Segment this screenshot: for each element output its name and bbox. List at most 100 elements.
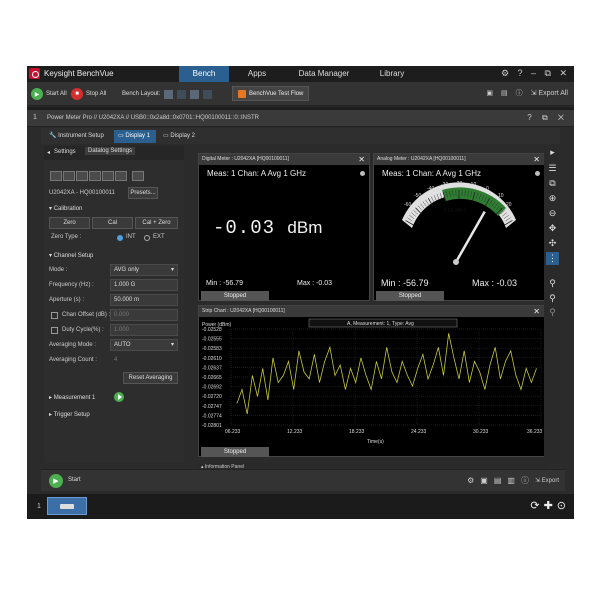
info-icon[interactable]: ⓘ (516, 88, 523, 98)
averaging-mode-select[interactable]: AUTO ▾ (110, 339, 178, 351)
close-icon[interactable]: ✕ (533, 306, 540, 317)
zoom-out-icon[interactable]: ⊖ (546, 207, 559, 220)
duty-cycle-checkbox[interactable] (51, 327, 58, 334)
measurement-heading[interactable]: ▸ Measurement 1 (49, 394, 95, 401)
export-button[interactable]: ⇲ Export (535, 477, 559, 484)
histogram-view-icon[interactable] (102, 171, 114, 181)
duty-cycle-input[interactable]: 1.000 (110, 324, 178, 336)
export-all-button[interactable]: ⇲ Export All (531, 89, 568, 97)
digital-meter-panel: Digital Meter : U2042XA [HQ00100011] ✕ M… (198, 153, 370, 301)
expand-icon[interactable]: ▸ (546, 146, 559, 159)
reset-averaging-button[interactable]: Reset Averaging (123, 372, 178, 384)
layout-single-icon[interactable] (203, 89, 212, 99)
instrument-controls[interactable]: ? ⧉ ✕ (527, 113, 568, 123)
measurement-play-icon[interactable] (114, 392, 124, 402)
marker-delta-icon[interactable]: ⚲ (546, 306, 559, 319)
save-icon[interactable]: ▣ (480, 476, 488, 485)
bottom-bar: ▶ Start ⚙ ▣ ▤ ▥ ⓘ ⇲ Export (41, 469, 565, 491)
zero-type-int-radio[interactable] (117, 235, 123, 241)
settings-icon[interactable]: ⚙ (467, 476, 474, 485)
gauge-tick-label: -60 (404, 202, 411, 208)
add-icon[interactable]: ✚ (544, 500, 557, 512)
display-icon: ▭ (118, 133, 124, 139)
presets-button[interactable]: Presets... (128, 187, 158, 199)
close-icon[interactable]: ✕ (358, 154, 365, 165)
strip-chart-panel: Strip Chart : U2042XA [HQ00100011] ✕ A, … (198, 305, 545, 457)
nav-tab-apps[interactable]: Apps (235, 66, 279, 82)
start-all-label: Start All (46, 91, 67, 97)
folder-icon[interactable]: ▤ (501, 89, 508, 97)
nav-tab-data-manager[interactable]: Data Manager (289, 66, 359, 82)
stop-all-button[interactable]: ■ Stop All (71, 87, 106, 101)
aperture-input[interactable]: 50.000 m (110, 294, 178, 306)
layout-rows-icon[interactable] (190, 89, 199, 99)
tab-instrument-setup[interactable]: 🔧 Instrument Setup (45, 130, 111, 143)
analog-meter-panel: Analog Meter : U2042XA [HQ00100011] ✕ Me… (373, 153, 545, 301)
log-icon[interactable]: ▥ (507, 476, 515, 485)
instrument-taskbar: 1 ⟳✚⊙ (27, 494, 574, 519)
tab-settings[interactable]: Settings (54, 149, 76, 155)
collapse-arrow-icon[interactable]: ◂ (47, 149, 50, 156)
bench-layout-label: Bench Layout: (122, 91, 161, 97)
zoom-fit-icon[interactable]: ✥ (546, 222, 559, 235)
marker-add-icon[interactable]: ⚲ (546, 277, 559, 290)
tab-datalog-settings[interactable]: Datalog Settings (85, 147, 136, 155)
chan-offset-input[interactable]: 0.000 (110, 309, 178, 321)
mode-select[interactable]: AVG only ▾ (110, 264, 178, 276)
digital-meter-max: Max : -0.03 (297, 280, 333, 287)
analog-meter-meas: Meas: 1 Chan: A Avg 1 GHz (382, 169, 482, 178)
calibration-heading[interactable]: ▾ Calibration (49, 205, 82, 212)
gauge-tick-label: 0 (486, 186, 489, 192)
zero-type-ext-radio[interactable] (144, 235, 150, 241)
cal-button[interactable]: Cal (92, 217, 133, 229)
marker-icon[interactable]: ⋮ (546, 252, 559, 265)
tab-display-2[interactable]: ▭ Display 2 (159, 130, 201, 143)
trigger-setup-heading[interactable]: ▸ Trigger Setup (49, 411, 90, 418)
device-label: U2042XA - HQ00100011 (49, 190, 115, 196)
save-icon[interactable]: ▣ (486, 89, 493, 97)
frequency-input[interactable]: 1.000 G (110, 279, 178, 291)
meter-view-icon[interactable] (50, 171, 62, 181)
start-play-icon[interactable]: ▶ (49, 474, 63, 488)
start-label[interactable]: Start (68, 477, 81, 483)
tab-display-1[interactable]: ▭ Display 1 (114, 130, 156, 143)
gauge-reading: -0.03 dBm (442, 208, 465, 214)
digital-meter-status: Stopped (201, 291, 269, 301)
zero-button[interactable]: Zero (49, 217, 90, 229)
chart-view-icon[interactable] (76, 171, 88, 181)
info-icon[interactable]: ⓘ (521, 475, 529, 486)
y-tick-label: -0.02610 (202, 356, 222, 362)
channel-setup-heading[interactable]: ▾ Channel Setup (49, 252, 93, 259)
nav-tab-library[interactable]: Library (367, 66, 417, 82)
gauge-tick-label: 10 (498, 193, 504, 199)
cal-zero-button[interactable]: Cal + Zero (135, 217, 178, 229)
close-icon[interactable]: ✕ (533, 154, 540, 165)
marker-peak-icon[interactable]: ⚲ (546, 292, 559, 305)
start-all-button[interactable]: ▶ Start All (31, 87, 67, 101)
power-sensor-thumbnail[interactable] (47, 497, 87, 515)
chan-offset-checkbox[interactable] (51, 312, 58, 319)
zoom-box-icon[interactable]: ⧉ (546, 177, 559, 190)
layout-grid-icon[interactable] (164, 89, 173, 99)
layout-columns-icon[interactable] (177, 89, 186, 99)
trace-view-icon[interactable] (89, 171, 101, 181)
menu-icon[interactable]: ☰ (546, 162, 559, 175)
pan-icon[interactable]: ✣ (546, 237, 559, 250)
connection-icon[interactable]: ⊙ (557, 500, 570, 512)
table-view-icon[interactable] (115, 171, 127, 181)
pulse-view-icon[interactable] (132, 171, 144, 181)
duty-cycle-label: Duty Cycle(%) : (62, 327, 104, 333)
nav-tab-bench[interactable]: Bench (179, 66, 229, 82)
folder-icon[interactable]: ▤ (494, 476, 502, 485)
window-controls[interactable]: ⚙ ? – ⧉ ✕ (501, 68, 570, 79)
test-flow-button[interactable]: BenchVue Test Flow (232, 86, 310, 101)
bench-layout-options[interactable] (164, 87, 213, 101)
analog-view-icon[interactable] (63, 171, 75, 181)
dropdown-arrow-icon: ▾ (170, 342, 174, 348)
calibration-heading-label: Calibration (53, 206, 83, 212)
analog-meter-min: Min : -56.79 (381, 278, 429, 288)
averaging-count-input[interactable]: 4 (110, 354, 178, 366)
settings-panel: ◂ Settings Datalog Settings U2042XA - HQ… (44, 146, 184, 463)
zoom-in-icon[interactable]: ⊕ (546, 192, 559, 205)
refresh-icon[interactable]: ⟳ (530, 500, 543, 512)
